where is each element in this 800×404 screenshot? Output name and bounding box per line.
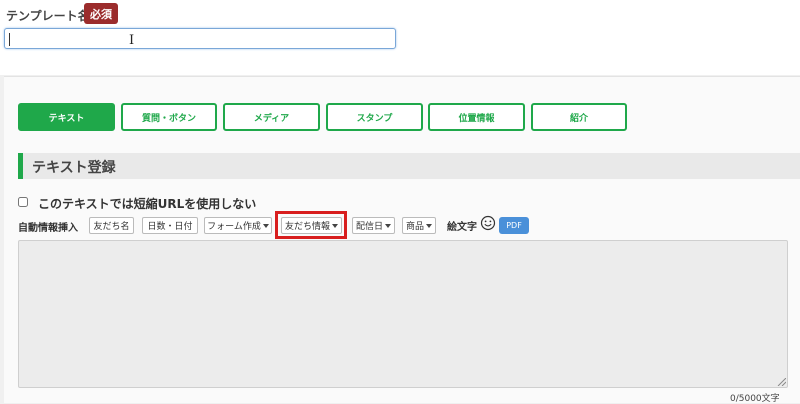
insert-delivery-date-dropdown[interactable]: 配信日 [352, 217, 395, 234]
template-name-input[interactable] [4, 28, 396, 49]
insert-days-date-label: 日数・日付 [147, 222, 193, 232]
chevron-down-icon [262, 223, 269, 228]
short-url-checkbox-label[interactable]: このテキストでは短縮URLを使用しない [38, 195, 256, 212]
tab-stamp[interactable]: スタンプ [326, 103, 423, 131]
tab-text[interactable]: テキスト [18, 103, 115, 131]
section-title: テキスト登録 [32, 160, 116, 176]
template-name-label: テンプレート名 [6, 9, 90, 23]
chevron-down-icon [385, 223, 391, 228]
text-caret [9, 33, 10, 46]
tab-media[interactable]: メディア [223, 103, 320, 131]
insert-form-dropdown[interactable]: フォーム作成 [204, 217, 272, 234]
section-header: テキスト登録 [18, 153, 800, 179]
insert-form-label: フォーム作成 [207, 222, 261, 232]
emoji-label: 絵文字 [447, 222, 477, 233]
insert-product-label: 商品 [405, 222, 424, 232]
resize-handle-icon[interactable] [776, 378, 786, 386]
tab-location[interactable]: 位置情報 [428, 103, 525, 131]
insert-delivery-date-label: 配信日 [355, 222, 383, 232]
text-cursor-icon: I [129, 33, 135, 48]
insert-days-date-button[interactable]: 日数・日付 [142, 217, 198, 234]
char-counter: 0/5000文字 [730, 394, 780, 404]
required-badge: 必須 [84, 3, 118, 24]
tab-question-button[interactable]: 質問・ボタン [121, 103, 217, 131]
insert-friend-name-label: 友だち名 [93, 222, 130, 232]
short-url-checkbox[interactable] [18, 197, 28, 207]
insert-product-dropdown[interactable]: 商品 [402, 217, 436, 234]
highlight-box [275, 211, 347, 239]
chevron-down-icon [426, 223, 432, 228]
insert-friend-name-button[interactable]: 友だち名 [89, 217, 134, 234]
smiley-icon[interactable] [480, 215, 496, 231]
auto-insert-label: 自動情報挿入 [18, 223, 78, 234]
section-accent-bar [18, 153, 23, 179]
tab-introduction[interactable]: 紹介 [531, 103, 627, 131]
message-textarea[interactable] [18, 240, 788, 388]
pdf-button[interactable]: PDF [499, 217, 529, 234]
